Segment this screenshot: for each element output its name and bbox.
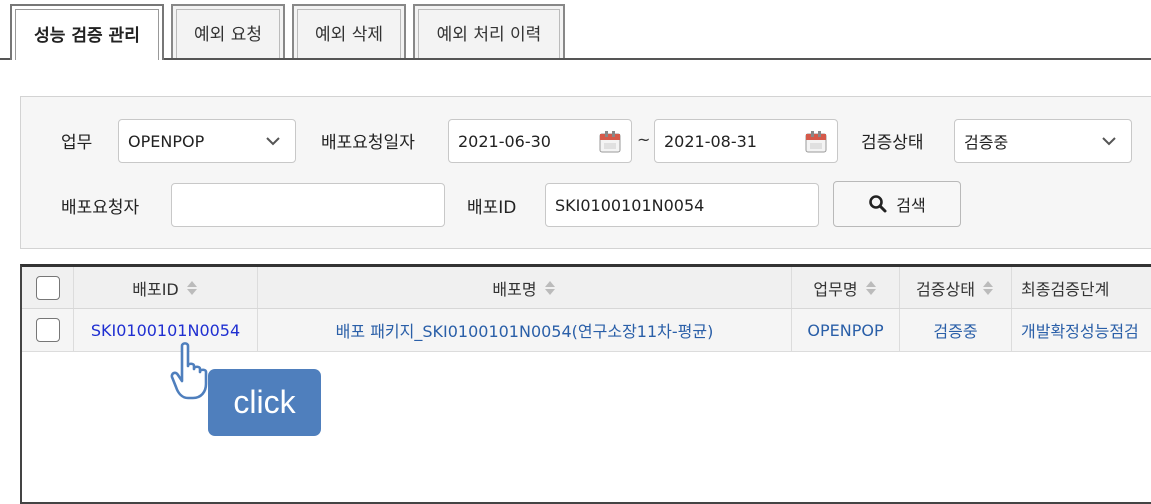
column-header-business-name[interactable]: 업무명	[792, 267, 900, 308]
sort-icon	[982, 280, 993, 295]
row-checkbox[interactable]	[35, 318, 60, 342]
chevron-down-icon	[1102, 137, 1116, 146]
tab-exception-delete[interactable]: 예외 삭제	[292, 4, 406, 58]
request-date-label: 배포요청일자	[321, 133, 415, 153]
deploy-id-input[interactable]: SKI0100101N0054	[545, 183, 819, 227]
deploy-id-value: SKI0100101N0054	[555, 195, 705, 215]
chevron-down-icon	[266, 137, 280, 146]
select-all-checkbox[interactable]	[35, 275, 60, 300]
deploy-id-label: 배포ID	[467, 198, 517, 218]
status-select-value: 검증중	[964, 133, 1009, 152]
final-stage-cell: 개발확정성능점검	[1021, 322, 1139, 341]
status-cell: 검증중	[900, 309, 1012, 351]
requester-input[interactable]	[171, 183, 445, 227]
tab-bar: 성능 검증 관리 예외 요청 예외 삭제 예외 처리 이력	[0, 0, 1151, 60]
search-button[interactable]: 검색	[833, 181, 961, 227]
row-select-cell	[22, 309, 74, 351]
column-header-label: 최종검증단계	[1021, 279, 1110, 299]
status-label: 검증상태	[861, 133, 924, 153]
sort-icon	[544, 280, 555, 295]
column-header-deploy-name[interactable]: 배포명	[258, 267, 792, 308]
click-callout: click	[208, 369, 321, 436]
date-to-field[interactable]: 2021-08-31	[654, 119, 838, 163]
business-select[interactable]: OPENPOP	[118, 119, 296, 163]
business-label: 업무	[61, 133, 93, 153]
tab-label: 예외 요청	[194, 24, 262, 45]
search-button-label: 검색	[896, 196, 926, 215]
tab-label: 성능 검증 관리	[34, 25, 140, 46]
tab-label: 예외 처리 이력	[436, 24, 542, 45]
date-from-field[interactable]: 2021-06-30	[448, 119, 632, 163]
date-range-separator: ~	[637, 130, 651, 149]
tab-exception-request[interactable]: 예외 요청	[171, 4, 285, 58]
tab-underline	[0, 58, 1151, 60]
header-select-all	[22, 267, 74, 308]
business-select-value: OPENPOP	[128, 131, 205, 151]
requester-label: 배포요청자	[61, 198, 140, 218]
calendar-icon[interactable]	[803, 129, 829, 155]
deploy-name-cell: 배포 패키지_SKI0100101N0054(연구소장11차-평균)	[258, 309, 792, 351]
column-header-label: 검증상태	[916, 279, 975, 299]
date-to-value: 2021-08-31	[664, 131, 757, 151]
column-header-label: 업무명	[813, 279, 858, 299]
column-header-deploy-id[interactable]: 배포ID	[74, 267, 258, 308]
column-header-label: 배포명	[492, 279, 537, 299]
deploy-id-link[interactable]: SKI0100101N0054	[74, 309, 258, 351]
column-header-status[interactable]: 검증상태	[900, 267, 1012, 308]
column-header-final-stage[interactable]: 최종검증단계	[1012, 267, 1151, 308]
sort-icon	[865, 280, 876, 295]
grid-header: 배포ID 배포명 업무명 검증상태 최종검증단계	[22, 267, 1151, 309]
tab-performance-verification[interactable]: 성능 검증 관리	[10, 4, 164, 60]
tab-exception-history[interactable]: 예외 처리 이력	[413, 4, 565, 58]
search-panel: 업무 OPENPOP 배포요청일자 2021-06-30 ~ 2021-08-3…	[20, 96, 1151, 249]
calendar-icon[interactable]	[597, 129, 623, 155]
tab-label: 예외 삭제	[315, 24, 383, 45]
column-header-label: 배포ID	[132, 279, 179, 299]
sort-icon	[186, 280, 197, 295]
business-name-cell: OPENPOP	[792, 309, 900, 351]
date-from-value: 2021-06-30	[458, 131, 551, 151]
search-icon	[869, 195, 887, 213]
status-select[interactable]: 검증중	[954, 119, 1132, 163]
